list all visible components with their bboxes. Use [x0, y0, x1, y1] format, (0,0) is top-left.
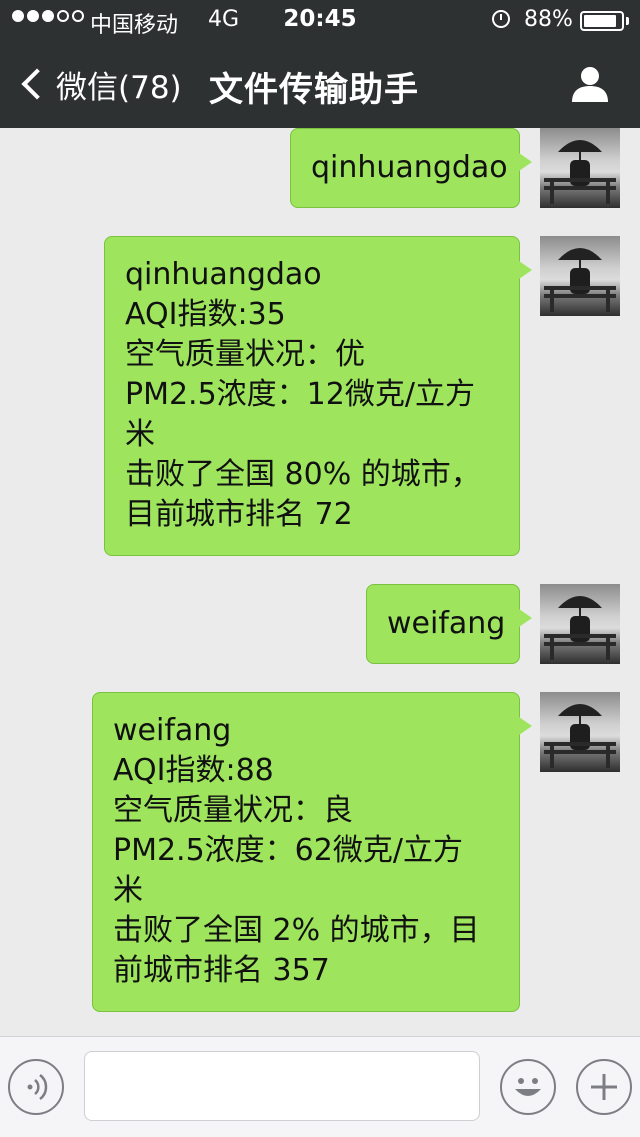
message-text: weifang	[387, 606, 506, 641]
page-title: 文件传输助手	[209, 70, 419, 110]
message-bubble[interactable]: weifang	[366, 584, 532, 664]
avatar-image	[544, 596, 616, 660]
battery-icon	[580, 11, 624, 31]
header: 中国移动 4G 20:45 88% 微信(78) 文件传输助手	[0, 0, 640, 128]
battery-fill	[584, 15, 616, 27]
emoji-icon	[515, 1078, 541, 1096]
plus-icon	[591, 1074, 617, 1100]
avatar[interactable]	[540, 584, 620, 664]
message-text: weifang AQI指数:88 空气质量状况：良 PM2.5浓度：62微克/立…	[113, 713, 480, 988]
back-label: 微信(78)	[56, 69, 182, 106]
plus-button[interactable]	[576, 1059, 632, 1115]
input-bar	[0, 1036, 640, 1137]
back-button[interactable]: 微信(78)	[18, 62, 182, 106]
avatar[interactable]	[540, 236, 620, 316]
alarm-icon	[492, 10, 510, 28]
battery-percentage: 88%	[524, 7, 573, 32]
voice-icon	[27, 1074, 48, 1100]
avatar-image	[544, 704, 616, 768]
avatar-image	[544, 248, 616, 312]
message-input[interactable]	[84, 1051, 480, 1121]
message-text: qinhuangdao AQI指数:35 空气质量状况：优 PM2.5浓度：12…	[125, 257, 481, 532]
voice-button[interactable]	[8, 1059, 64, 1115]
status-bar: 中国移动 4G 20:45 88%	[0, 0, 640, 40]
emoji-button[interactable]	[500, 1059, 556, 1115]
message-bubble[interactable]: qinhuangdao	[290, 128, 532, 208]
message-text: qinhuangdao	[311, 150, 508, 185]
avatar[interactable]	[540, 128, 620, 208]
person-icon[interactable]	[570, 66, 610, 102]
battery-tip	[626, 17, 629, 25]
avatar-image	[544, 140, 616, 204]
chevron-left-icon	[21, 68, 53, 100]
avatar[interactable]	[540, 692, 620, 772]
message-bubble[interactable]: weifang AQI指数:88 空气质量状况：良 PM2.5浓度：62微克/立…	[92, 692, 532, 1012]
message-bubble[interactable]: qinhuangdao AQI指数:35 空气质量状况：优 PM2.5浓度：12…	[104, 236, 532, 556]
